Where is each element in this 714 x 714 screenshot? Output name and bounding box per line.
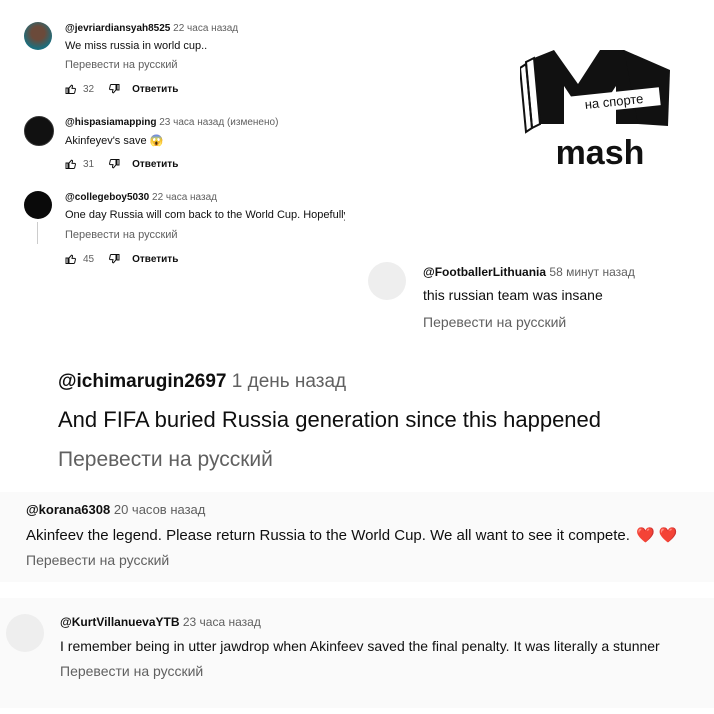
comment-footballer: @FootballerLithuania 58 минут назад this… xyxy=(340,244,714,344)
comment-actions: 45 Ответить xyxy=(65,253,178,265)
translate-link[interactable]: Перевести на русский xyxy=(65,229,178,241)
translate-link[interactable]: Перевести на русский xyxy=(26,552,169,568)
comment-ichimarugin: @ichimarugin2697 1 день назад And FIFA b… xyxy=(0,352,714,482)
avatar[interactable] xyxy=(368,262,406,300)
comment-meta: @hispasiamapping 23 часа назад (изменено… xyxy=(65,117,278,128)
thumbs-down-icon[interactable] xyxy=(108,253,120,265)
comment-time[interactable]: 22 часа назад xyxy=(152,192,217,203)
comment-kurtvillanueva: @KurtVillanuevaYTB 23 часа назад I remem… xyxy=(0,598,714,708)
avatar[interactable] xyxy=(6,614,44,652)
comment-meta: @collegeboy5030 22 часа назад xyxy=(65,192,217,203)
like-count: 45 xyxy=(83,253,95,265)
comment-author[interactable]: @FootballerLithuania xyxy=(423,265,546,279)
comment-time[interactable]: 1 день назад xyxy=(232,371,346,392)
thumbs-up-icon[interactable] xyxy=(65,158,77,170)
reply-button[interactable]: Ответить xyxy=(132,254,178,265)
comment-author[interactable]: @jevriardiansyah8525 xyxy=(65,23,170,34)
comment-author[interactable]: @korana6308 xyxy=(26,502,110,517)
comment-meta: @KurtVillanuevaYTB 23 часа назад xyxy=(60,615,261,629)
comment-text: this russian team was insane xyxy=(423,287,603,303)
comment-text: One day Russia will com back to the Worl… xyxy=(65,209,345,221)
reply-button[interactable]: Ответить xyxy=(132,159,178,170)
avatar[interactable] xyxy=(24,191,52,219)
translate-link[interactable]: Перевести на русский xyxy=(65,59,178,71)
mash-sport-logo: на спорте mash xyxy=(520,40,680,180)
comment-author[interactable]: @hispasiamapping xyxy=(65,117,156,128)
comment-time[interactable]: 58 минут назад xyxy=(549,265,634,279)
comment-meta: @ichimarugin2697 1 день назад xyxy=(58,371,346,393)
comment-text: I remember being in utter jawdrop when A… xyxy=(60,638,660,654)
comment-text: Akinfeyev's save 😱 xyxy=(65,135,164,147)
thumbs-down-icon[interactable] xyxy=(108,158,120,170)
mash-logo-icon: на спорте mash xyxy=(520,50,670,172)
comment-time[interactable]: 23 часа назад (изменено) xyxy=(159,117,278,128)
comment-actions: 31 Ответить xyxy=(65,158,178,170)
comment-time[interactable]: 22 часа назад xyxy=(173,23,238,34)
comment-author[interactable]: @ichimarugin2697 xyxy=(58,371,226,392)
comment-meta: @korana6308 20 часов назад xyxy=(26,502,205,517)
comment-body: Akinfeev the legend. Please return Russi… xyxy=(26,527,630,544)
heart-emoji: ❤️ ❤️ xyxy=(635,527,678,544)
comment-group-top: @jevriardiansyah8525 22 часа назад We mi… xyxy=(0,0,345,270)
comment-author[interactable]: @collegeboy5030 xyxy=(65,192,149,203)
comment-time[interactable]: 23 часа назад xyxy=(183,615,261,629)
thumbs-up-icon[interactable] xyxy=(65,83,77,95)
translate-link[interactable]: Перевести на русский xyxy=(60,663,203,679)
translate-link[interactable]: Перевести на русский xyxy=(58,448,273,472)
reply-button[interactable]: Ответить xyxy=(132,84,178,95)
thumbs-down-icon[interactable] xyxy=(108,83,120,95)
comment-korana: @korana6308 20 часов назад Akinfeev the … xyxy=(0,492,714,582)
thumbs-up-icon[interactable] xyxy=(65,253,77,265)
comment-text: We miss russia in world cup.. xyxy=(65,40,208,52)
like-count: 32 xyxy=(83,83,95,95)
thread-line xyxy=(37,222,38,244)
avatar[interactable] xyxy=(24,116,54,146)
comment-text: And FIFA buried Russia generation since … xyxy=(58,407,602,432)
comment-text: Akinfeev the legend. Please return Russi… xyxy=(26,526,677,544)
logo-wordmark: mash xyxy=(556,134,645,172)
comment-author[interactable]: @KurtVillanuevaYTB xyxy=(60,615,180,629)
avatar[interactable] xyxy=(24,22,52,50)
comment-time[interactable]: 20 часов назад xyxy=(114,502,206,517)
translate-link[interactable]: Перевести на русский xyxy=(423,314,566,330)
comment-actions: 32 Ответить xyxy=(65,83,178,95)
like-count: 31 xyxy=(83,158,95,170)
comment-meta: @FootballerLithuania 58 минут назад xyxy=(423,265,635,279)
comment-meta: @jevriardiansyah8525 22 часа назад xyxy=(65,23,238,34)
